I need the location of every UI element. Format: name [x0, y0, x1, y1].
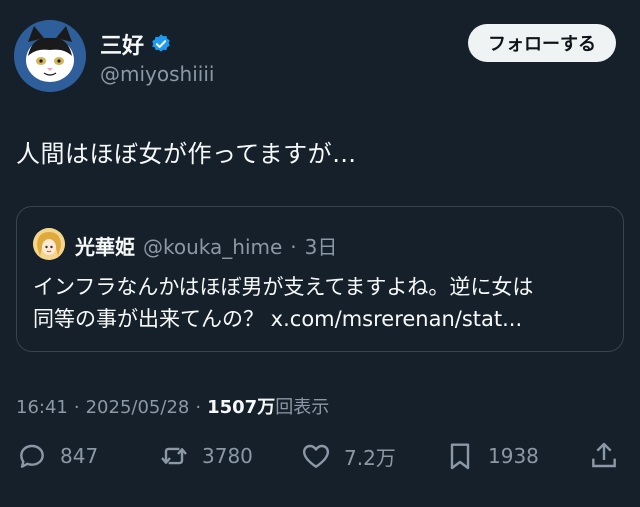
- quoted-author-avatar[interactable]: [33, 228, 65, 260]
- verified-badge-icon: [152, 34, 170, 52]
- like-count: 7.2万: [344, 445, 396, 470]
- reply-button[interactable]: 847: [16, 440, 98, 472]
- view-label: 回表示: [275, 397, 330, 418]
- like-button[interactable]: 7.2万: [300, 440, 396, 472]
- tweet-time[interactable]: 16:41: [16, 397, 68, 418]
- tweet-date[interactable]: 2025/05/28: [86, 397, 190, 418]
- share-button[interactable]: [588, 440, 620, 472]
- quoted-tweet-card[interactable]: 光華姫 @kouka_hime · 3日 インフラなんかはほぼ男が支えてますよね…: [16, 206, 624, 352]
- repost-icon: [161, 447, 187, 465]
- heart-icon: [302, 444, 330, 468]
- separator-dot: ·: [73, 397, 80, 418]
- share-icon: [592, 442, 616, 468]
- author-name-row[interactable]: 三好: [100, 28, 172, 60]
- quoted-author-name[interactable]: 光華姫: [75, 231, 135, 260]
- quoted-text-line: インフラなんかはほぼ男が支えてますよね。逆に女は: [33, 275, 534, 299]
- bookmark-icon: [450, 443, 470, 470]
- bookmark-count: 1938: [488, 444, 539, 468]
- action-bar: 847 3780 7.2万 1938: [16, 440, 624, 480]
- author-avatar[interactable]: [14, 20, 86, 92]
- tweet-meta: 16:41 · 2025/05/28 · 1507万 回表示: [16, 393, 329, 419]
- repost-count: 3780: [202, 444, 253, 468]
- separator-dot: ·: [290, 235, 297, 259]
- author-handle[interactable]: @miyoshiiii: [100, 62, 214, 86]
- quoted-tweet-time[interactable]: 3日: [305, 231, 338, 260]
- quoted-tweet-text: インフラなんかはほぼ男が支えてますよね。逆に女は 同等の事が出来てんの？ x.c…: [33, 271, 607, 335]
- separator-dot: ·: [195, 397, 202, 418]
- tweet-text: 人間はほぼ女が作ってますが…: [16, 140, 357, 168]
- quoted-text-line: 同等の事が出来てんの？ x.com/msrerenan/stat...: [33, 307, 523, 331]
- quoted-author-handle[interactable]: @kouka_hime: [143, 235, 282, 259]
- view-count: 1507万: [207, 397, 276, 418]
- tweet-header: 三好 @miyoshiiii フォローする: [14, 18, 616, 94]
- author-display-name[interactable]: 三好: [100, 28, 144, 60]
- reply-icon: [20, 444, 44, 468]
- reply-count: 847: [60, 444, 99, 468]
- repost-button[interactable]: 3780: [158, 440, 253, 472]
- quoted-tweet-header: 光華姫 @kouka_hime · 3日: [75, 231, 337, 260]
- bookmark-button[interactable]: 1938: [444, 440, 539, 472]
- follow-button[interactable]: フォローする: [468, 24, 616, 62]
